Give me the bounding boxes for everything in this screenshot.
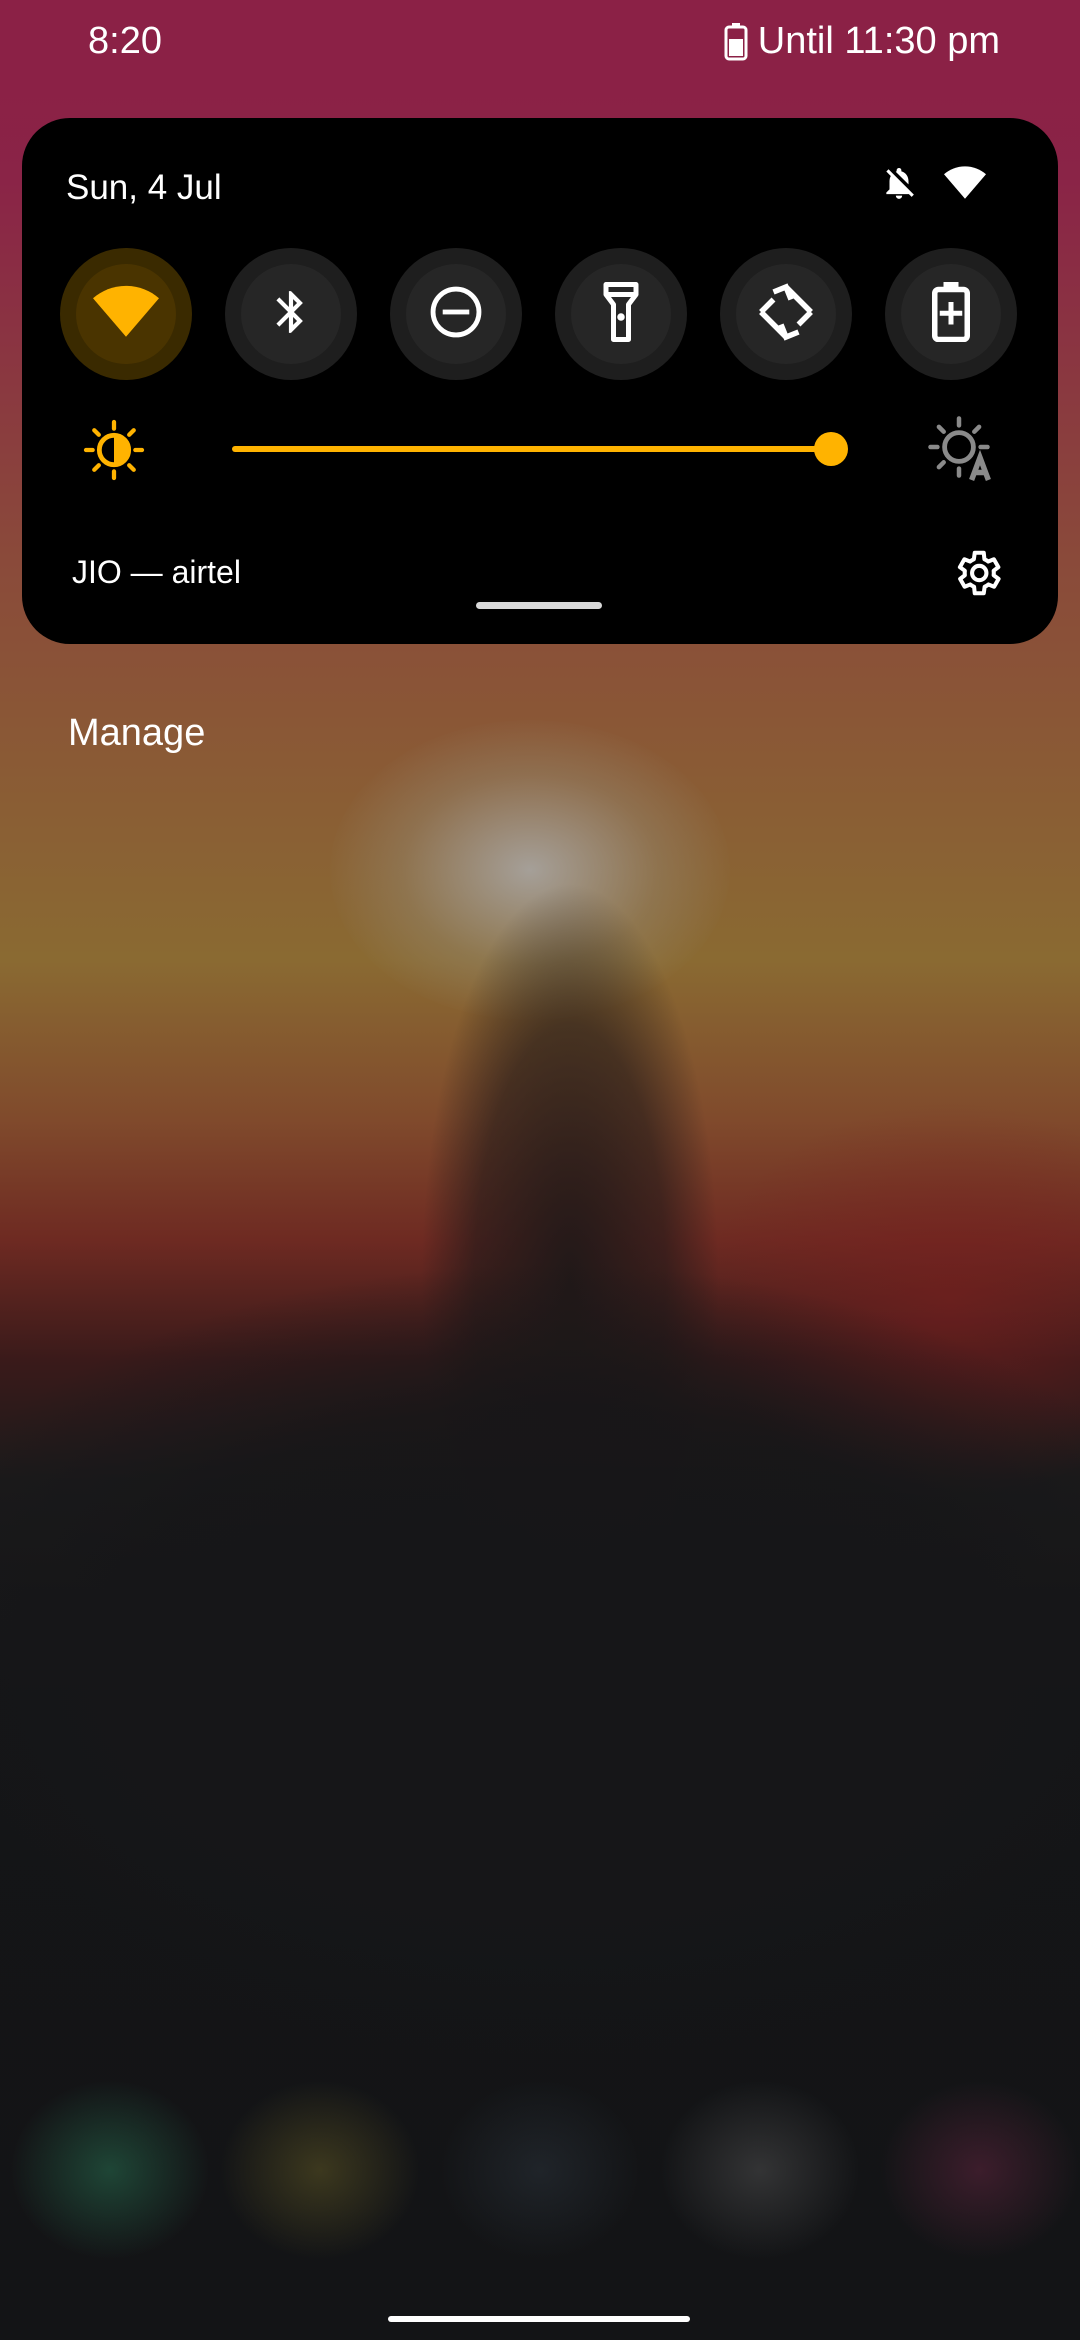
auto-rotate-icon — [756, 282, 816, 347]
bluetooth-tile-inner — [241, 264, 341, 364]
do-not-disturb-tile[interactable] — [390, 248, 522, 380]
manage-notifications-button[interactable]: Manage — [68, 712, 205, 755]
wifi-tile[interactable] — [60, 248, 192, 380]
battery-saver-tile[interactable] — [885, 248, 1017, 380]
quick-settings-panel: Sun, 4 Jul JIO — airtel — [22, 118, 1058, 644]
dock-app-blur — [220, 2080, 420, 2260]
battery-saver-icon — [931, 281, 971, 347]
wifi-tile-inner — [76, 264, 176, 364]
dock-app-blur — [660, 2080, 860, 2260]
status-battery: Until 11:30 pm — [724, 20, 1000, 63]
brightness-icon — [82, 418, 146, 487]
auto-brightness-icon[interactable] — [926, 414, 998, 491]
wallpaper-blur — [0, 1260, 1080, 2060]
auto-rotate-tile-inner — [736, 264, 836, 364]
bluetooth-icon — [266, 283, 316, 346]
bluetooth-tile[interactable] — [225, 248, 357, 380]
dock-app-blur — [440, 2080, 640, 2260]
do-not-disturb-tile-inner — [406, 264, 506, 364]
carrier-label: JIO — airtel — [72, 554, 241, 590]
wifi-icon — [93, 284, 159, 345]
brightness-slider-track[interactable] — [232, 446, 832, 452]
brightness-slider-thumb[interactable] — [814, 432, 848, 466]
qs-drag-handle[interactable] — [476, 602, 602, 609]
status-bar: 8:20 Until 11:30 pm — [0, 0, 1080, 86]
brightness-row — [22, 416, 1058, 481]
gesture-nav-handle[interactable] — [388, 2316, 690, 2322]
dock-app-blur — [10, 2080, 210, 2260]
qs-header-icons — [880, 164, 986, 207]
flashlight-icon — [599, 281, 643, 347]
flashlight-tile-inner — [571, 264, 671, 364]
notifications-off-icon — [880, 164, 918, 207]
status-time: 8:20 — [88, 20, 162, 62]
auto-rotate-tile[interactable] — [720, 248, 852, 380]
do-not-disturb-icon — [427, 283, 485, 346]
settings-icon[interactable] — [950, 546, 1004, 605]
battery-icon — [724, 22, 748, 61]
dock-app-blur — [880, 2080, 1080, 2260]
battery-saver-tile-inner — [901, 264, 1001, 364]
flashlight-tile[interactable] — [555, 248, 687, 380]
qs-date[interactable]: Sun, 4 Jul — [66, 168, 222, 208]
wifi-icon — [944, 164, 986, 207]
battery-text: Until 11:30 pm — [757, 20, 1000, 62]
